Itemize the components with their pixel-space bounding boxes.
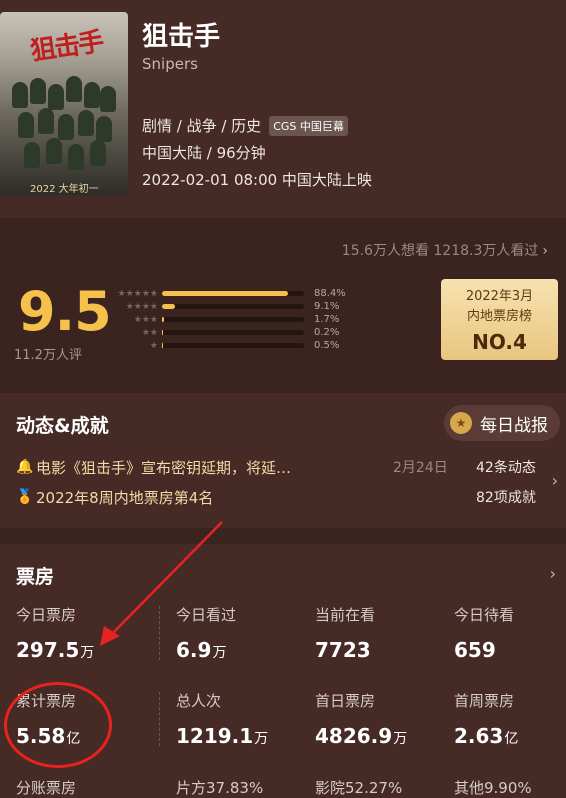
arrow-shaft	[107, 521, 223, 639]
annotation-arrow	[100, 521, 223, 646]
